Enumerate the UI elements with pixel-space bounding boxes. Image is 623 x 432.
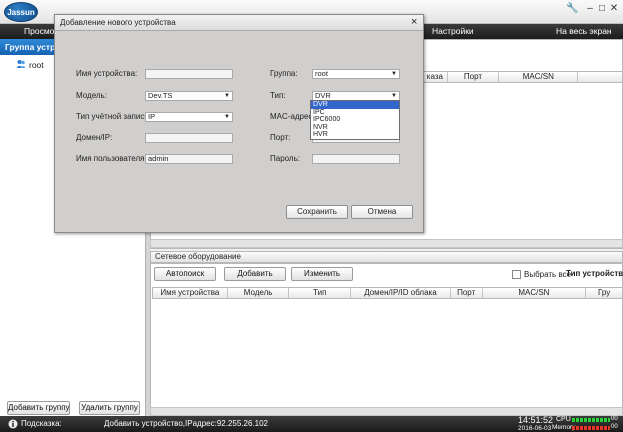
password-input[interactable] [312, 154, 400, 164]
column-header-port: Порт [451, 288, 483, 298]
username-input[interactable]: admin [145, 154, 233, 164]
status-time: 14:51:52 [518, 415, 554, 425]
column-header-partial: каза [423, 72, 448, 82]
model-select[interactable]: Dev.TS ▼ [145, 91, 233, 101]
group-users-icon [16, 60, 26, 68]
column-header-model: Модель [228, 288, 290, 298]
type-dropdown-arrow-icon: ▼ [391, 93, 397, 99]
network-devices-panel [150, 263, 623, 416]
type-option-hvr[interactable]: HVR [311, 131, 399, 139]
account-type-select-value: IP [148, 112, 156, 121]
type-label: Тип: [270, 91, 286, 100]
minimize-button[interactable]: – [584, 3, 596, 15]
column-header-extra [578, 72, 622, 82]
group-label: Группа: [270, 69, 298, 78]
device-name-label: Имя устройства: [76, 69, 138, 78]
nav-settings[interactable]: Настройки [432, 25, 474, 38]
account-type-select[interactable]: IP ▼ [145, 112, 233, 122]
cpu-label: CPU [556, 416, 571, 423]
model-dropdown-arrow-icon: ▼ [224, 93, 230, 99]
tree-item-root[interactable]: root [29, 59, 44, 71]
dialog-title: Добавление нового устройства [55, 15, 423, 31]
password-label: Пароль: [270, 154, 300, 163]
network-devices-title: Сетевое оборудование [150, 251, 623, 263]
column-header-mac: MAC/SN [483, 288, 587, 298]
device-name-input[interactable] [145, 69, 233, 79]
memory-meter [572, 426, 610, 430]
hint-label: Подсказка: [21, 419, 62, 428]
network-table-header: Имя устройства Модель Тип Домен/IP/ID об… [152, 287, 623, 299]
device-table-scrollbar[interactable] [150, 239, 623, 248]
domain-ip-label: Домен/IP: [76, 133, 113, 142]
type-select-value: DVR [315, 91, 331, 100]
app-logo: Jassun [4, 2, 38, 22]
cancel-button[interactable]: Отмена [351, 205, 413, 219]
model-select-value: Dev.TS [148, 91, 173, 100]
select-all-label: Выбрать все [524, 270, 572, 279]
group-select-value: root [315, 69, 328, 78]
column-header-group: Гру [597, 288, 611, 297]
device-table-header: каза Порт MAC/SN [422, 71, 623, 83]
group-dropdown-arrow-icon: ▼ [391, 71, 397, 77]
cpu-meter [572, 418, 610, 422]
group-select[interactable]: root ▼ [312, 69, 400, 79]
info-icon [8, 419, 18, 429]
change-device-button[interactable]: Изменить [291, 267, 353, 281]
column-header-mac: MAC/SN [499, 72, 579, 82]
account-type-dropdown-arrow-icon: ▼ [224, 114, 230, 120]
add-device-button[interactable]: Добавить [224, 267, 286, 281]
autosearch-button[interactable]: Автопоиск [154, 267, 216, 281]
close-button[interactable]: ✕ [608, 3, 620, 15]
type-option-ipc6000[interactable]: IPC6000 [311, 116, 399, 124]
status-bar: Подсказка: Добавить устройство,IPадрес:9… [0, 416, 623, 432]
port-label: Порт: [270, 133, 291, 142]
nav-fullscreen[interactable]: На весь экран [556, 25, 612, 38]
type-option-nvr[interactable]: NVR [311, 124, 399, 132]
memory-value: 00 [611, 424, 618, 430]
column-header-port: Порт [448, 72, 500, 82]
column-header-domain-ip: Домен/IP/ID облака [351, 288, 451, 298]
model-label: Модель: [76, 91, 107, 100]
add-group-button[interactable]: Добавить группу [7, 401, 70, 415]
type-dropdown-list: DVR IPC IPC6000 NVR HVR [310, 100, 400, 140]
status-date: 2016-06-03 [518, 425, 552, 432]
settings-wrench-icon[interactable]: 🔧 [566, 3, 578, 15]
delete-group-button[interactable]: Удалить группу [79, 401, 140, 415]
mac-label: MAC-адрес: [270, 112, 315, 121]
status-message: Добавить устройство,IPадрес:92.255.26.10… [104, 419, 268, 428]
maximize-button[interactable]: □ [596, 3, 608, 15]
select-all-checkbox[interactable] [512, 270, 521, 279]
dialog-close-button[interactable]: × [411, 17, 417, 28]
column-header-type: Тип [289, 288, 352, 298]
domain-ip-input[interactable] [145, 133, 233, 143]
type-option-ipc[interactable]: IPC [311, 109, 399, 117]
column-header-device-name: Имя устройства [153, 288, 228, 298]
type-option-dvr[interactable]: DVR [311, 101, 399, 109]
device-type-label: Тип устройства [566, 269, 623, 278]
save-button[interactable]: Сохранить [286, 205, 348, 219]
account-type-label: Тип учётной записи: [76, 112, 152, 121]
cpu-value: 00 [611, 416, 618, 422]
username-label: Имя пользователя: [76, 154, 147, 163]
